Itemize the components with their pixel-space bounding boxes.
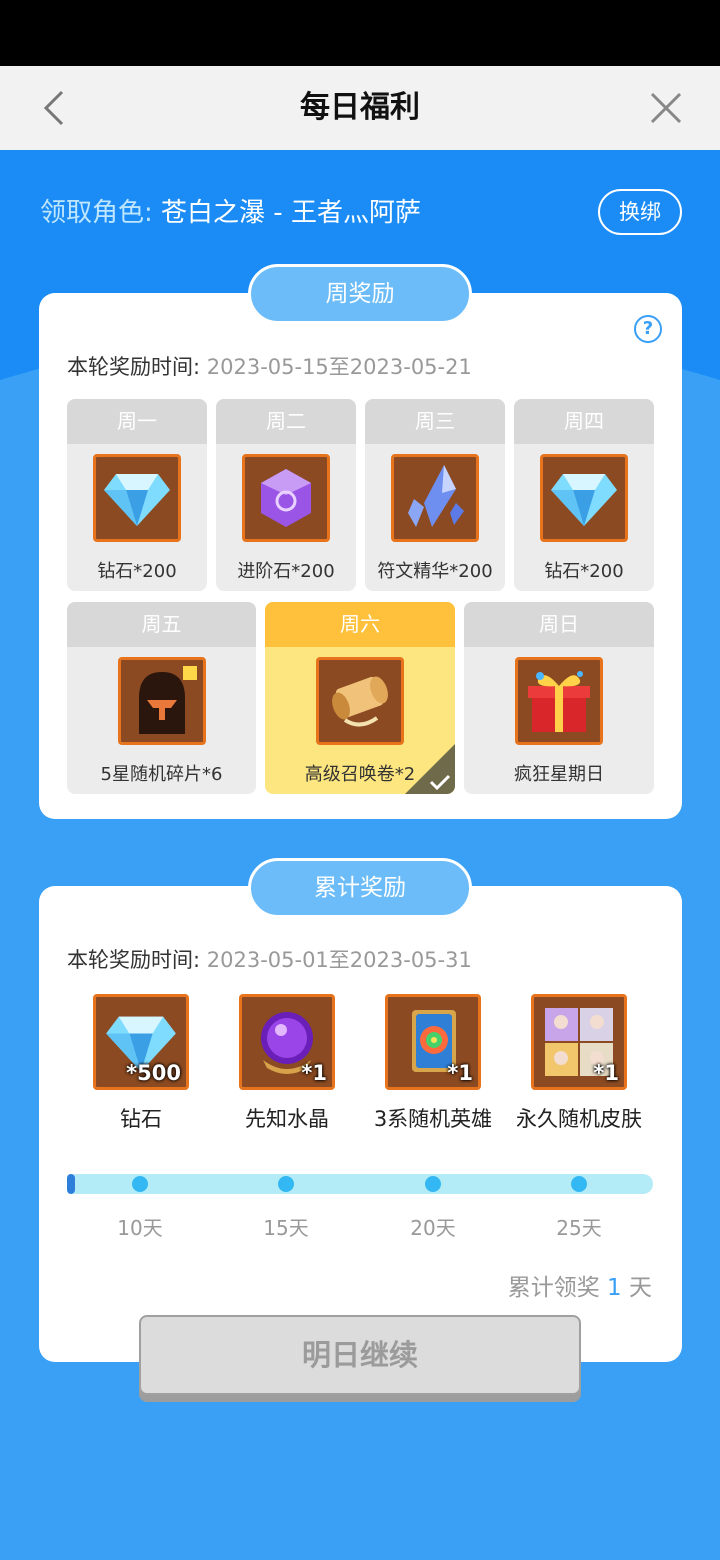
reward-count: *1 [447, 1061, 473, 1085]
cumulative-period: 本轮奖励时间: 2023-05-01至2023-05-31 [67, 944, 472, 974]
item-label: 5星随机碎片*6 [100, 764, 223, 785]
status-bar [0, 0, 720, 66]
rebind-button[interactable]: 换绑 [598, 189, 682, 235]
day-card-sun[interactable]: 周日 疯狂星期日 [464, 602, 654, 794]
cumulative-suffix: 天 [621, 1275, 652, 1301]
diamond-icon: *500 [93, 994, 189, 1090]
random-skin-icon: *1 [531, 994, 627, 1090]
period-label: 本轮奖励时间: [67, 355, 207, 379]
period-label: 本轮奖励时间: [67, 948, 207, 972]
day-card-wed[interactable]: 周三 符文精华*200 [365, 399, 505, 591]
close-button[interactable] [642, 84, 690, 132]
back-button[interactable] [30, 84, 78, 132]
milestone-dot [132, 1176, 148, 1192]
help-icon[interactable]: ? [634, 315, 662, 343]
day-card-sat[interactable]: 周六 高级召唤卷*2 [265, 602, 455, 794]
advance-stone-icon [242, 454, 330, 542]
random-hero-card-icon: *1 [385, 994, 481, 1090]
day-card-mon[interactable]: 周一 钻石*200 [67, 399, 207, 591]
day-card-thu[interactable]: 周四 钻石*200 [514, 399, 654, 591]
cumulative-reward-20[interactable]: *1 3系随机英雄 [363, 994, 503, 1132]
bound-role: 领取角色: 苍白之瀑 - 王者灬阿萨 [40, 192, 421, 229]
page-title: 每日福利 [300, 90, 420, 125]
chevron-left-icon [43, 90, 64, 126]
item-label: 进阶石*200 [237, 561, 335, 582]
diamond-icon [540, 454, 628, 542]
cumulative-reward-25[interactable]: *1 永久随机皮肤 [509, 994, 649, 1132]
cumulative-tab-header: 累计奖励 [248, 858, 472, 918]
period-dates: 2023-05-15至2023-05-21 [206, 355, 472, 379]
cumulative-reward-10[interactable]: *500 钻石 [71, 994, 211, 1132]
period-dates: 2023-05-01至2023-05-31 [206, 948, 472, 972]
rune-essence-icon [391, 454, 479, 542]
continue-tomorrow-button[interactable]: 明日继续 [139, 1315, 581, 1395]
progress-bar [67, 1174, 653, 1194]
item-label: 钻石*200 [544, 561, 624, 582]
reward-count: *1 [593, 1061, 619, 1085]
cumulative-prefix: 累计领奖 [507, 1275, 608, 1301]
diamond-icon [93, 454, 181, 542]
milestone-dot [278, 1176, 294, 1192]
reward-count: *1 [301, 1061, 327, 1085]
item-label: 疯狂星期日 [514, 764, 604, 785]
day-label: 周三 [365, 399, 505, 444]
cumulative-reward-15[interactable]: *1 先知水晶 [217, 994, 357, 1132]
day-label: 周五 [67, 602, 256, 647]
prophet-crystal-icon: *1 [239, 994, 335, 1090]
cumulative-days-text: 累计领奖 1 天 [508, 1268, 652, 1302]
reward-count: *500 [126, 1061, 181, 1085]
weekly-period: 本轮奖励时间: 2023-05-15至2023-05-21 [67, 351, 472, 381]
day-label: 周六 [265, 602, 455, 647]
cumulative-count: 1 [607, 1275, 622, 1301]
weekly-reward-card: ? 本轮奖励时间: 2023-05-15至2023-05-21 周一 钻石*20… [39, 293, 682, 819]
day-card-fri[interactable]: 周五 5星随机碎片*6 [67, 602, 256, 794]
day-label: 周一 [67, 399, 207, 444]
milestone-dot [425, 1176, 441, 1192]
milestone-label: 10天 [117, 1216, 163, 1240]
item-label: 钻石*200 [97, 561, 177, 582]
weekly-tab-header: 周奖励 [248, 264, 472, 324]
day-label: 周二 [216, 399, 356, 444]
role-name: 苍白之瀑 - 王者灬阿萨 [161, 198, 421, 228]
close-icon [650, 92, 682, 124]
nav-bar: 每日福利 [0, 66, 720, 150]
reward-name: 先知水晶 [245, 1107, 329, 1131]
role-label: 领取角色: [40, 198, 162, 228]
day-label: 周四 [514, 399, 654, 444]
day-card-tue[interactable]: 周二 进阶石*200 [216, 399, 356, 591]
milestone-dot [571, 1176, 587, 1192]
summon-scroll-icon [316, 657, 404, 745]
progress-fill [67, 1174, 75, 1194]
item-label: 符文精华*200 [377, 561, 493, 582]
gift-box-icon [515, 657, 603, 745]
milestone-label: 25天 [556, 1216, 602, 1240]
milestone-label: 20天 [410, 1216, 456, 1240]
reward-name: 钻石 [120, 1107, 162, 1131]
cumulative-reward-card: 本轮奖励时间: 2023-05-01至2023-05-31 *500 钻石 *1… [39, 886, 682, 1362]
claimed-check-icon [405, 744, 455, 794]
day-label: 周日 [464, 602, 654, 647]
reward-name: 3系随机英雄 [373, 1107, 493, 1131]
reward-name: 永久随机皮肤 [516, 1107, 642, 1131]
hero-shard-icon [117, 657, 206, 745]
milestone-label: 15天 [263, 1216, 309, 1240]
